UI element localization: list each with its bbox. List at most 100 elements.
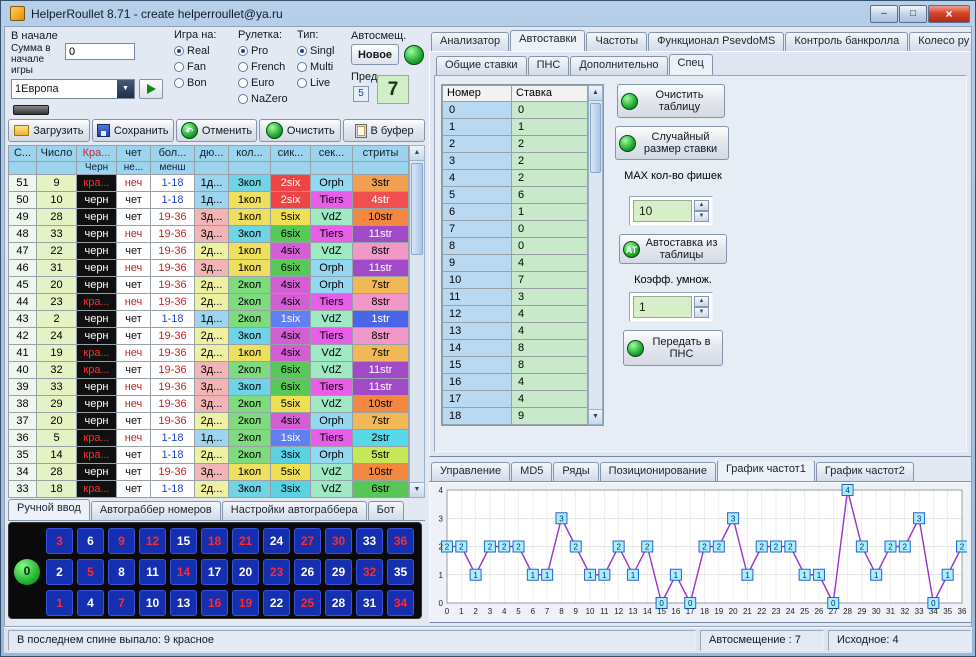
board-cell-19[interactable]: 19 [232,590,259,616]
close-button[interactable]: × [928,5,970,23]
board-cell-24[interactable]: 24 [263,528,290,554]
board-cell-36[interactable]: 36 [387,528,414,554]
sub-tab-3[interactable]: Спец [669,54,713,75]
board-cell-7[interactable]: 7 [108,590,135,616]
board-cell-33[interactable]: 33 [356,528,383,554]
scroll-down-icon[interactable]: ▼ [589,409,602,424]
board-cell-13[interactable]: 13 [170,590,197,616]
scroll-down-icon[interactable]: ▼ [410,482,424,497]
board-cell-17[interactable]: 17 [201,559,228,585]
board-cell-16[interactable]: 16 [201,590,228,616]
board-cell-14[interactable]: 14 [170,559,197,585]
clear-button[interactable]: Очистить [259,119,341,142]
coef-down-icon[interactable]: ▼ [694,307,709,318]
board-cell-23[interactable]: 23 [263,559,290,585]
board-cell-29[interactable]: 29 [325,559,352,585]
bet-value-cell[interactable]: 0 [512,101,588,118]
start-sum-input[interactable] [65,43,135,60]
chart-tab-3[interactable]: Позиционирование [600,462,716,481]
sub-tab-1[interactable]: ПНС [528,56,570,75]
play-button[interactable] [139,79,163,99]
board-cell-zero[interactable]: 0 [14,559,40,585]
board-cell-8[interactable]: 8 [108,559,135,585]
scroll-thumb[interactable] [411,163,423,255]
bet-value-cell[interactable]: 1 [512,118,588,135]
bets-table-scrollbar[interactable]: ▲▼ [588,85,603,425]
board-cell-25[interactable]: 25 [294,590,321,616]
main-tab-1[interactable]: Автоставки [510,30,585,51]
coef-input[interactable]: 1 [633,296,692,318]
undo-button[interactable]: ↶Отменить [176,119,258,142]
board-cell-26[interactable]: 26 [294,559,321,585]
bet-value-cell[interactable]: 2 [512,152,588,169]
board-cell-18[interactable]: 18 [201,528,228,554]
left-tab-2[interactable]: Настройки автограббера [222,501,367,520]
board-cell-20[interactable]: 20 [232,559,259,585]
bet-value-cell[interactable]: 4 [512,254,588,271]
bet-value-cell[interactable]: 9 [512,407,588,424]
board-cell-3[interactable]: 3 [46,528,73,554]
bet-value-cell[interactable]: 4 [512,390,588,407]
board-cell-9[interactable]: 9 [108,528,135,554]
left-tab-1[interactable]: Автограббер номеров [91,501,221,520]
save-button[interactable]: Сохранить [92,119,174,142]
radio-option-live[interactable]: Live [297,75,349,90]
board-cell-27[interactable]: 27 [294,528,321,554]
board-cell-1[interactable]: 1 [46,590,73,616]
transfer-pns-button[interactable]: Передать в ПНС [623,330,723,366]
radio-option-nazero[interactable]: NaZero [238,91,294,106]
radio-option-real[interactable]: Real [174,43,234,58]
bet-value-cell[interactable]: 0 [512,220,588,237]
board-cell-10[interactable]: 10 [139,590,166,616]
left-tab-0[interactable]: Ручной ввод [8,499,90,520]
sub-tab-0[interactable]: Общие ставки [436,56,527,75]
bet-value-cell[interactable]: 8 [512,356,588,373]
main-tab-0[interactable]: Анализатор [431,32,509,51]
autoshift-orb-button[interactable] [404,45,424,65]
board-cell-15[interactable]: 15 [170,528,197,554]
chart-tab-2[interactable]: Ряды [553,462,598,481]
sub-tab-2[interactable]: Дополнительно [570,56,667,75]
game-select[interactable]: 1Европа ▼ [11,79,135,99]
main-tab-3[interactable]: Функционал PsevdoMS [648,32,784,51]
minimize-button[interactable]: – [870,5,898,23]
main-tab-2[interactable]: Частоты [586,32,647,51]
load-button[interactable]: Загрузить [8,119,90,142]
spin-table-scrollbar[interactable]: ▲▼ [409,145,425,498]
new-button[interactable]: Новое [351,44,399,65]
random-bet-size-button[interactable]: Случайный размер ставки [615,126,729,160]
board-cell-11[interactable]: 11 [139,559,166,585]
board-cell-30[interactable]: 30 [325,528,352,554]
board-cell-21[interactable]: 21 [232,528,259,554]
board-cell-5[interactable]: 5 [77,559,104,585]
scroll-thumb[interactable] [590,103,601,173]
board-cell-28[interactable]: 28 [325,590,352,616]
chart-tab-5[interactable]: График частот2 [816,462,914,481]
board-cell-6[interactable]: 6 [77,528,104,554]
bet-value-cell[interactable]: 7 [512,271,588,288]
autobet-from-table-button[interactable]: АТАвтоставка из таблицы [619,234,727,264]
bet-value-cell[interactable]: 0 [512,237,588,254]
main-tab-4[interactable]: Контроль банкролла [785,32,908,51]
clear-table-button[interactable]: Очистить таблицу [617,84,725,118]
maximize-button[interactable]: □ [899,5,927,23]
bet-value-cell[interactable]: 4 [512,373,588,390]
bet-value-cell[interactable]: 1 [512,203,588,220]
left-tab-3[interactable]: Бот [368,501,404,520]
bet-value-cell[interactable]: 4 [512,322,588,339]
chart-tab-1[interactable]: MD5 [511,462,552,481]
radio-option-bon[interactable]: Bon [174,75,234,90]
max-chips-down-icon[interactable]: ▼ [694,211,709,222]
radio-option-euro[interactable]: Euro [238,75,294,90]
board-cell-34[interactable]: 34 [387,590,414,616]
chart-tab-0[interactable]: Управление [431,462,510,481]
coef-up-icon[interactable]: ▲ [694,296,709,307]
bet-value-cell[interactable]: 6 [512,186,588,203]
bet-value-cell[interactable]: 4 [512,305,588,322]
bet-value-cell[interactable]: 3 [512,288,588,305]
radio-option-french[interactable]: French [238,59,294,74]
scroll-up-icon[interactable]: ▲ [410,146,424,161]
board-cell-32[interactable]: 32 [356,559,383,585]
radio-option-pro[interactable]: Pro [238,43,294,58]
chart-tab-4[interactable]: График частот1 [717,461,815,481]
